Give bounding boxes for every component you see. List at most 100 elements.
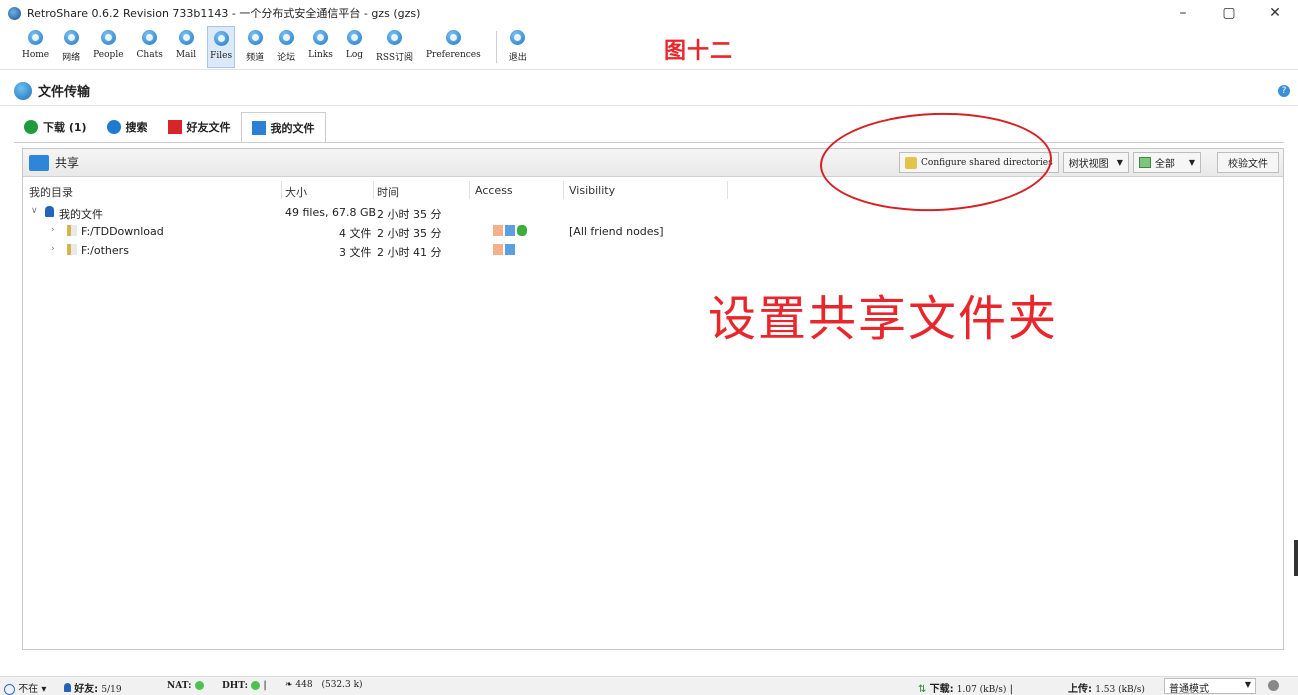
toolbar-files[interactable]: Files — [207, 26, 236, 68]
page-title: 文件传输 — [38, 85, 91, 100]
search-icon — [106, 120, 121, 134]
files-icon — [213, 31, 229, 46]
nat-label: NAT: — [167, 681, 192, 691]
row-name: F:/others — [81, 244, 129, 257]
folder-icon — [67, 225, 77, 239]
row-time: 2 小时 35 分 — [377, 227, 442, 240]
minimize-button[interactable]: – — [1160, 0, 1206, 26]
online-status[interactable]: 不在 ▾ — [4, 680, 46, 695]
dht-ok-icon — [251, 680, 261, 690]
exit-icon — [510, 30, 526, 45]
log-icon — [346, 30, 362, 45]
row-name: 我的文件 — [59, 208, 103, 221]
channels-icon — [247, 30, 263, 45]
browsable-icon — [505, 244, 515, 255]
toolbar-label: Log — [345, 50, 364, 60]
filter-select[interactable]: 全部 ▼ — [1132, 152, 1201, 173]
toolbar-home[interactable]: Home — [20, 26, 51, 68]
toolbar-people[interactable]: People — [91, 26, 125, 68]
nat-ok-icon — [194, 680, 204, 690]
title-bar: RetroShare 0.6.2 Revision 733b1143 - 一个分… — [0, 0, 1298, 26]
toolbar-exit[interactable]: 退出 — [507, 26, 529, 68]
expand-down-icon[interactable]: ∨ — [31, 206, 38, 216]
access-flags[interactable] — [493, 225, 529, 239]
nat-status: NAT: — [167, 680, 204, 691]
status-clock-icon — [4, 683, 15, 695]
file-transfer-icon — [14, 81, 32, 100]
help-icon[interactable]: ? — [1278, 85, 1290, 97]
view-mode-value: 树状视图 — [1068, 159, 1109, 170]
scroll-indicator — [1294, 540, 1298, 576]
close-button[interactable]: ✕ — [1252, 0, 1298, 26]
mode-select[interactable]: 普通模式 ▼ — [1164, 678, 1256, 695]
column-access[interactable]: Access — [475, 184, 513, 197]
peers-count: ❧ 448 (532.3 k) — [285, 680, 363, 690]
toolbar-rss[interactable]: RSS订阅 — [374, 26, 415, 68]
forums-icon — [278, 30, 294, 45]
preferences-icon — [445, 30, 461, 45]
folder-icon — [67, 244, 77, 258]
download-allowed-icon — [517, 225, 527, 236]
toolbar-network[interactable]: 网络 — [60, 26, 82, 68]
tab-search[interactable]: 搜索 — [97, 112, 158, 142]
mode-value: 普通模式 — [1169, 684, 1209, 695]
tree-row-root[interactable]: ∨ 我的文件 49 files, 67.8 GB 2 小时 35 分 — [23, 204, 1283, 223]
toolbar-label: Chats — [136, 50, 163, 60]
tab-label: 下载 (1) — [43, 121, 87, 134]
toolbar-chats[interactable]: Chats — [135, 26, 165, 68]
toolbar-label: People — [93, 50, 124, 60]
column-divider — [727, 181, 728, 199]
tree-row[interactable]: › F:/TDDownload 4 文件 2 小时 35 分 [All frie… — [23, 223, 1283, 242]
toolbar-label: RSS订阅 — [376, 53, 413, 63]
tab-friends-files[interactable]: 好友文件 — [158, 112, 241, 142]
column-divider — [373, 181, 374, 199]
column-time[interactable]: 时间 — [377, 184, 399, 200]
transfer-icon: ⇅ — [918, 684, 927, 695]
upload-value: 1.53 (kB/s) — [1095, 685, 1145, 695]
chats-icon — [142, 30, 158, 45]
toolbar-label: Files — [210, 51, 233, 61]
row-size: 3 文件 — [339, 246, 372, 259]
toolbar-separator — [495, 31, 497, 63]
dht-label: DHT: — [222, 681, 249, 691]
panel-header: 共享 Configure shared directories 树状视图 ▼ 全部… — [23, 149, 1283, 177]
gear-icon[interactable] — [1268, 680, 1279, 691]
view-mode-select[interactable]: 树状视图 ▼ — [1062, 152, 1129, 173]
tab-label: 搜索 — [125, 121, 148, 134]
toolbar-preferences[interactable]: Preferences — [424, 26, 483, 68]
panel-title: 共享 — [55, 156, 80, 170]
column-my-directory[interactable]: 我的目录 — [29, 184, 73, 200]
column-headers: 我的目录 大小 时间 Access Visibility — [23, 181, 1283, 199]
row-time: 2 小时 35 分 — [377, 208, 442, 221]
dht-status: DHT: | — [222, 680, 267, 691]
chevron-down-icon: ▼ — [1116, 158, 1123, 167]
toolbar-links[interactable]: Links — [306, 26, 335, 68]
column-size[interactable]: 大小 — [285, 184, 307, 200]
friends-label: 好友: — [74, 684, 99, 695]
tab-downloads[interactable]: 下载 (1) — [14, 112, 97, 142]
friends-value: 5/19 — [101, 685, 122, 695]
access-flags[interactable] — [493, 244, 517, 258]
tree-row[interactable]: › F:/others 3 文件 2 小时 41 分 — [23, 242, 1283, 261]
toolbar-forums[interactable]: 论坛 — [275, 26, 297, 68]
toolbar-log[interactable]: Log — [344, 26, 365, 68]
toolbar-label: Links — [308, 50, 333, 60]
column-visibility[interactable]: Visibility — [569, 184, 615, 197]
my-files-icon — [251, 120, 266, 135]
caption-annotation: 设置共享文件夹 — [708, 291, 1059, 347]
calendar-icon — [1138, 157, 1151, 168]
toolbar-mail[interactable]: Mail — [174, 26, 198, 68]
expand-right-icon[interactable]: › — [51, 225, 55, 235]
check-files-button[interactable]: 校验文件 — [1217, 152, 1279, 173]
window-controls: – ▢ ✕ — [1160, 0, 1298, 26]
download-value: 1.07 (kB/s) — [956, 685, 1007, 695]
maximize-button[interactable]: ▢ — [1206, 0, 1252, 26]
anonymous-search-icon — [493, 225, 503, 236]
filter-value: 全部 — [1154, 159, 1175, 170]
links-icon — [313, 30, 329, 45]
chevron-down-icon: ▼ — [1244, 680, 1251, 689]
expand-right-icon[interactable]: › — [51, 244, 55, 254]
toolbar-channels[interactable]: 频道 — [244, 26, 266, 68]
tab-my-files[interactable]: 我的文件 — [240, 112, 326, 142]
home-icon — [28, 30, 44, 45]
